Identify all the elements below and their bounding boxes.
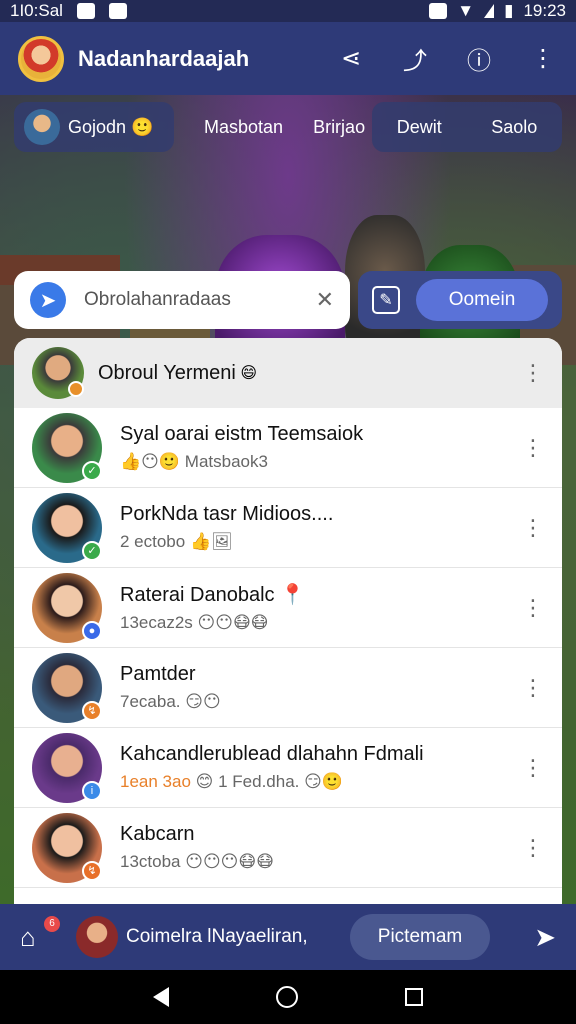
share-icon[interactable]: ⋖ [336,44,366,73]
home-nav-icon[interactable] [275,986,298,1008]
primary-button[interactable]: Oomein [416,279,548,321]
reaction-emojis: 👍🖼 [189,532,233,551]
wifi-icon: ▼ [457,1,475,20]
chat-list: ✓ Syal oarai eistm Teemsaiok 👍😶🙂 Matsbao… [14,408,562,888]
chat-name: Kabcarn [120,823,195,845]
app-bar: Nadanhardaajah ⋖ ⤴ ⓘ ⋮ [0,22,576,95]
pin-icon[interactable]: ⤴ [400,41,430,76]
notification-icon [76,3,95,19]
recents-icon[interactable] [404,988,423,1006]
chat-name: PorkNda tasr Midioos.... [120,503,334,525]
more-menu-icon[interactable]: ⋮ [522,595,544,621]
chat-name: Kahcandlerublead dlahahn Fdmali [120,743,424,765]
system-nav-bar [0,970,576,1024]
list-item[interactable]: ✓ Syal oarai eistm Teemsaiok 👍😶🙂 Matsbao… [14,408,562,488]
reaction-emojis: 👍😶🙂 [120,452,181,471]
group-header[interactable]: Obroul Yermeni 😄 ⋮ [14,338,562,408]
avatar: ↯ [32,812,102,883]
chat-preview: 1ean 3ao [120,772,191,791]
chat-preview: 13ctoba [120,852,181,871]
status-badge: ↯ [82,860,102,881]
bottom-action-button[interactable]: Pictemam [350,914,490,960]
reaction-emoji: 😊 [195,772,214,791]
reaction-emojis: 😏🙂 [304,772,344,791]
status-badge: ● [82,620,102,641]
more-menu-icon[interactable]: ⋮ [522,755,544,781]
story-tab-3[interactable]: Dewit [397,117,442,138]
edit-icon[interactable]: ✎ [372,286,400,314]
story-tab-2[interactable]: Brirjao [313,117,365,138]
avatar: i [32,732,102,803]
more-menu-icon[interactable]: ⋮ [522,675,544,701]
more-menu-icon[interactable]: ⋮ [522,835,544,861]
status-badge: ✓ [82,540,102,561]
story-row: Gojodn 🙂 Masbotan Brirjao Dewit Saolo [14,102,562,152]
signal-icon [484,4,495,18]
back-icon[interactable] [153,987,170,1007]
status-badge [68,381,84,397]
search-input[interactable]: ➤ Obrolahanradaas ✕ [14,271,350,329]
battery-icon: ▮ [504,1,514,20]
profile-avatar[interactable] [18,35,64,82]
alarm-icon [429,3,448,19]
chat-preview: 7ecaba. [120,692,181,711]
chat-list-panel: Obroul Yermeni 😄 ⋮ ✓ Syal oarai eistm Te… [14,338,562,904]
chat-name: Syal oarai eistm Teemsaiok [120,423,364,445]
more-menu-icon[interactable]: ⋮ [528,44,558,73]
story-chip-first[interactable]: Gojodn 🙂 [14,102,174,152]
pin-icon: 📍 [274,584,305,606]
chat-preview: 2 ectobo [120,532,186,551]
more-menu-icon[interactable]: ⋮ [522,515,544,541]
search-text: Obrolahanradaas [84,289,231,310]
avatar: ↯ [32,652,102,723]
send-icon[interactable]: ➤ [534,922,556,953]
avatar [32,347,84,399]
home-icon[interactable]: ⌂ 6 [20,915,60,953]
story-right-group: Dewit Saolo [372,102,562,152]
list-item[interactable]: ↯ Kabcarn 13ctoba 😶😶😶😷😷 ⋮ [14,808,562,888]
story-tab-4[interactable]: Saolo [491,117,537,138]
story-name: Gojodn [68,116,127,137]
close-icon[interactable]: ✕ [316,287,334,313]
avatar: ✓ [32,412,102,483]
chat-preview: 13ecaz2s [120,613,193,632]
bottom-bar: ⌂ 6 Coimelra lNayaeliran, Pictemam ➤ [0,904,576,970]
notification-badge: 6 [44,915,60,932]
chat-preview-right: 1 Fed.dha. [218,772,300,791]
avatar: ● [32,572,102,643]
action-card: ✎ Oomein [358,271,562,329]
avatar [24,109,60,145]
list-item[interactable]: i Kahcandlerublead dlahahn Fdmali 1ean 3… [14,728,562,808]
status-badge: ↯ [82,700,102,721]
list-item[interactable]: ↯ Pamtder 7ecaba. 😏😶 ⋮ [14,648,562,728]
reaction-emojis: 😶😶😷😷 [197,613,269,632]
avatar: ✓ [32,492,102,563]
more-menu-icon[interactable]: ⋮ [522,435,544,461]
reaction-emojis: 😏😶 [185,692,221,711]
status-bar: 1I0:Sal ▼ ▮ 19:23 [0,0,576,22]
info-icon[interactable]: ⓘ [464,41,494,76]
group-title: Obroul Yermeni [98,361,236,384]
avatar[interactable] [76,916,118,958]
app-title: Nadanhardaajah [78,45,250,71]
story-tab-1[interactable]: Masbotan [204,117,283,138]
bottom-bar-text: Coimelra lNayaeliran, [126,926,308,947]
send-icon: ➤ [30,282,66,318]
status-time-right: 19:23 [523,1,566,20]
status-badge: i [82,780,102,801]
status-time-left: 1I0:Sal [10,1,63,20]
reaction-emojis: 😶😶😶😷😷 [185,852,274,871]
smile-emoji-icon: 🙂 [126,116,154,137]
chat-name: Pamtder [120,663,196,685]
more-menu-icon[interactable]: ⋮ [522,360,544,386]
grin-emoji-icon: 😄 [235,365,257,382]
chat-preview: Matsbaok3 [184,452,268,471]
list-item[interactable]: ✓ PorkNda tasr Midioos.... 2 ectobo 👍🖼 ⋮ [14,488,562,568]
chat-name: Raterai Danobalc 📍 [120,584,305,606]
list-item[interactable]: ● Raterai Danobalc 📍 13ecaz2s 😶😶😷😷 ⋮ [14,568,562,648]
camera-icon [108,3,127,19]
status-badge: ✓ [82,460,102,481]
